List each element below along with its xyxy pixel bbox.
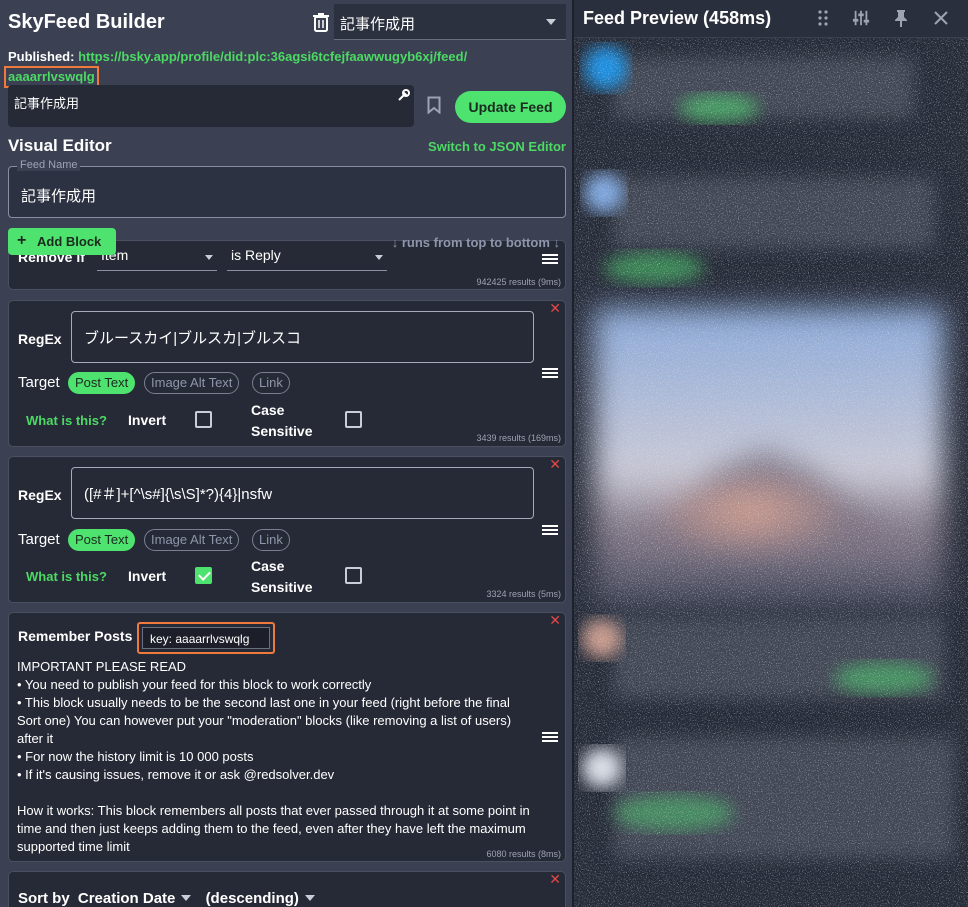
chevron-down-icon <box>205 255 213 260</box>
close-icon[interactable]: ✕ <box>549 612 561 629</box>
target-label: Target <box>18 531 60 548</box>
regex-block: ✕ RegEx ブルースカイ|ブルスカ|ブルスコ Target Post Tex… <box>8 300 566 447</box>
target-post-text-chip[interactable]: Post Text <box>68 372 136 394</box>
results-count: 942425 results (9ms) <box>476 277 561 287</box>
remember-key-field[interactable]: key: aaaarrlvswqlg <box>137 622 275 654</box>
description-line: • If it's causing issues, remove it or a… <box>17 767 335 782</box>
pin-icon[interactable] <box>892 9 910 27</box>
what-is-this-link[interactable]: What is this? <box>26 413 107 428</box>
drag-handle-icon[interactable] <box>542 732 558 742</box>
close-icon[interactable]: ✕ <box>549 871 561 888</box>
results-count: 3439 results (169ms) <box>476 433 561 443</box>
sort-field-select[interactable]: Creation Date <box>78 890 176 907</box>
case-label-line1: Case <box>251 558 285 574</box>
description-line: • For now the history limit is 10 000 po… <box>17 749 254 764</box>
feed-name-label: Feed Name <box>17 159 81 171</box>
wrench-icon[interactable] <box>398 89 410 101</box>
remove-condition-value: is Reply <box>231 247 281 263</box>
feed-select-value: 記事作成用 <box>340 16 416 33</box>
sort-prefix: Sort by <box>18 890 70 907</box>
remember-posts-title: Remember Posts <box>18 628 133 644</box>
sliders-icon[interactable] <box>852 9 870 27</box>
remember-key-value: key: aaaarrlvswqlg <box>142 627 270 649</box>
drag-handle-icon[interactable] <box>542 525 558 535</box>
published-url: Published: https://bsky.app/profile/did:… <box>4 48 518 88</box>
sort-block-label: Sort by Creation Date (descending) <box>18 890 315 907</box>
plus-icon: + <box>17 232 27 249</box>
invert-checkbox[interactable] <box>195 567 212 584</box>
feed-select[interactable]: 記事作成用 <box>334 4 566 40</box>
target-post-text-chip[interactable]: Post Text <box>68 529 136 551</box>
chevron-down-icon <box>375 255 383 260</box>
feed-builder-panel: SkyFeed Builder 記事作成用 Published: https:/… <box>0 0 572 907</box>
bookmark-icon[interactable] <box>427 96 441 114</box>
regex-block: ✕ RegEx ([#＃]+[^\s#]{\s\S]*?){4}|nsfw Ta… <box>8 456 566 603</box>
case-sensitive-checkbox[interactable] <box>345 411 362 428</box>
sort-order-select[interactable]: (descending) <box>206 890 299 907</box>
visual-editor-title: Visual Editor <box>8 136 112 155</box>
add-block-button[interactable]: + Add Block <box>8 228 116 255</box>
feed-name-value: 記事作成用 <box>21 188 97 205</box>
chevron-down-icon <box>181 895 192 901</box>
close-panel-icon[interactable] <box>932 9 950 27</box>
target-link-chip[interactable]: Link <box>252 372 290 394</box>
remember-posts-block: ✕ Remember Posts key: aaaarrlvswqlg IMPO… <box>8 612 566 862</box>
feed-name-field[interactable]: Feed Name 記事作成用 <box>8 159 566 218</box>
feed-preview-content <box>574 38 968 907</box>
feed-preview-header: Feed Preview (458ms) <box>574 0 968 38</box>
switch-json-editor-link[interactable]: Switch to JSON Editor <box>428 139 566 154</box>
case-sensitive-checkbox[interactable] <box>345 567 362 584</box>
chevron-down-icon <box>546 19 556 25</box>
target-image-alt-chip[interactable]: Image Alt Text <box>144 529 240 551</box>
results-count: 6080 results (8ms) <box>486 849 561 859</box>
remove-condition-select[interactable]: is Reply <box>227 247 387 271</box>
app-title: SkyFeed Builder <box>8 11 165 33</box>
description-input[interactable]: 記事作成用 <box>8 85 414 127</box>
published-link[interactable]: https://bsky.app/profile/did:plc:36agsi6… <box>78 49 467 64</box>
target-label: Target <box>18 374 60 391</box>
close-icon[interactable]: ✕ <box>549 456 561 473</box>
regex-pattern-value: ([#＃]+[^\s#]{\s\S]*?){4}|nsfw <box>84 486 273 503</box>
runs-order-hint: ↓ runs from top to bottom ↓ <box>391 235 560 250</box>
update-feed-button[interactable]: Update Feed <box>455 91 566 123</box>
feed-preview-panel: Feed Preview (458ms) <box>574 0 968 907</box>
sort-block: ✕ Sort by Creation Date (descending) <box>8 871 566 907</box>
regex-pattern-value: ブルースカイ|ブルスカ|ブルスコ <box>84 330 302 347</box>
invert-label: Invert <box>128 568 167 584</box>
trash-icon[interactable] <box>312 12 330 32</box>
regex-pattern-input[interactable]: ([#＃]+[^\s#]{\s\S]*?){4}|nsfw <box>71 467 534 519</box>
target-image-alt-chip[interactable]: Image Alt Text <box>144 372 240 394</box>
drag-handle-icon[interactable] <box>542 254 558 264</box>
add-block-label: Add Block <box>37 234 102 249</box>
regex-label: RegEx <box>18 331 62 347</box>
description-line: • You need to publish your feed for this… <box>17 677 372 692</box>
remember-posts-description: IMPORTANT PLEASE READ • You need to publ… <box>17 658 537 856</box>
description-line: IMPORTANT PLEASE READ <box>17 659 187 674</box>
feed-preview-title: Feed Preview (458ms) <box>583 8 772 28</box>
invert-label: Invert <box>128 412 167 428</box>
invert-checkbox[interactable] <box>195 411 212 428</box>
how-it-works-text: How it works: This block remembers all p… <box>17 803 530 854</box>
case-label-line1: Case <box>251 402 285 418</box>
description-line: • This block usually needs to be the sec… <box>17 695 512 746</box>
drag-handle-icon[interactable] <box>542 368 558 378</box>
case-label-line2: Sensitive <box>251 579 313 595</box>
regex-label: RegEx <box>18 487 62 503</box>
case-label-line2: Sensitive <box>251 423 313 439</box>
target-link-chip[interactable]: Link <box>252 529 290 551</box>
close-icon[interactable]: ✕ <box>549 300 561 317</box>
grip-icon[interactable] <box>814 9 832 27</box>
what-is-this-link[interactable]: What is this? <box>26 569 107 584</box>
description-value: 記事作成用 <box>14 96 80 111</box>
published-label: Published: <box>8 49 75 64</box>
regex-pattern-input[interactable]: ブルースカイ|ブルスカ|ブルスコ <box>71 311 534 363</box>
chevron-down-icon <box>304 895 315 901</box>
results-count: 3324 results (5ms) <box>486 589 561 599</box>
